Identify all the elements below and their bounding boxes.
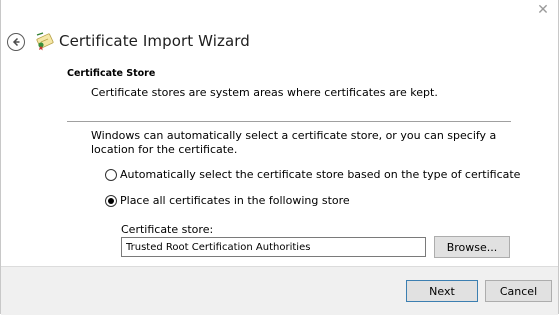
back-button[interactable] <box>7 33 25 51</box>
certificate-store-field[interactable] <box>121 237 426 257</box>
wizard-content: Certificate Store Certificate stores are… <box>1 62 558 266</box>
certificate-icon <box>36 32 54 51</box>
browse-button[interactable]: Browse... <box>434 236 510 258</box>
wizard-footer: Next Cancel <box>1 266 558 315</box>
place-in-store-label: Place all certificates in the following … <box>120 194 350 207</box>
back-arrow-icon <box>12 37 20 47</box>
radio-selected-dot <box>108 197 114 204</box>
certificate-import-wizard-window: ✕ Certificate Import Wizard Certificate … <box>0 0 559 315</box>
place-in-store-option[interactable]: Place all certificates in the following … <box>105 194 350 207</box>
divider <box>67 121 511 122</box>
cancel-button[interactable]: Cancel <box>485 280 552 302</box>
close-icon: ✕ <box>537 2 549 18</box>
radio-button-unselected[interactable] <box>105 168 117 181</box>
explanation-text: Windows can automatically select a certi… <box>91 129 497 156</box>
auto-select-store-option[interactable]: Automatically select the certificate sto… <box>105 168 520 181</box>
certificate-store-label: Certificate store: <box>121 223 214 236</box>
auto-select-store-label: Automatically select the certificate sto… <box>120 168 521 181</box>
radio-button-selected[interactable] <box>105 194 117 207</box>
close-button[interactable]: ✕ <box>528 0 558 20</box>
wizard-title: Certificate Import Wizard <box>59 32 250 50</box>
next-button[interactable]: Next <box>406 280 478 302</box>
section-description: Certificate stores are system areas wher… <box>91 86 438 99</box>
title-bar: ✕ Certificate Import Wizard <box>1 0 558 62</box>
section-heading: Certificate Store <box>67 68 156 79</box>
